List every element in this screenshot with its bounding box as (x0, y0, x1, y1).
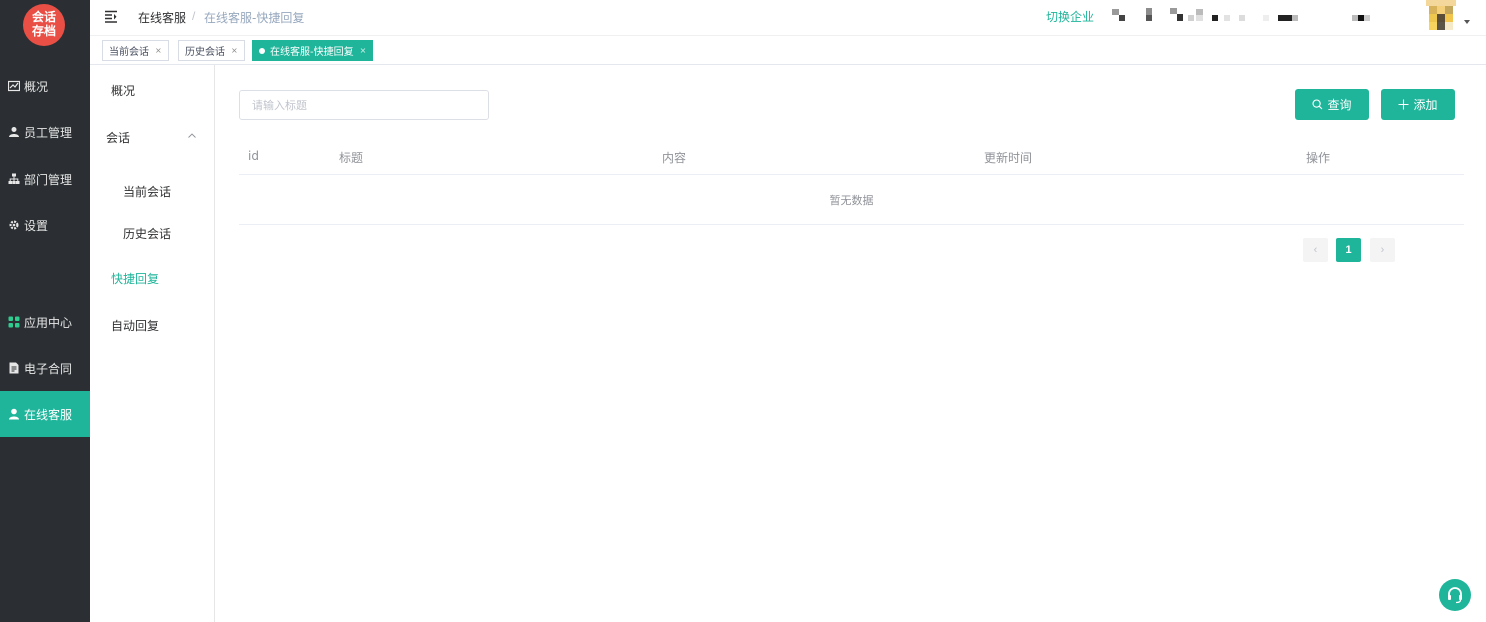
sidebar-item-label: 设置 (24, 218, 49, 233)
sidebar-item-label: 部门管理 (24, 172, 73, 187)
add-button[interactable]: 添加 (1381, 89, 1455, 120)
plus-icon (1398, 99, 1409, 110)
secondary-menu: 概况 会话 当前会话 历史会话 快捷回复 自动回复 (90, 65, 215, 622)
tag-label: 在线客服-快捷回复 (270, 47, 354, 58)
submenu-overview[interactable]: 概况 (111, 82, 135, 99)
main-sidebar: 会话 存档 概况 员工管理 部门管理 设置 应用中心 电子合同 在线客服 (0, 0, 90, 622)
submenu-quick-reply[interactable]: 快捷回复 (111, 270, 159, 287)
tag-label: 当前会话 (109, 47, 149, 58)
sidebar-item-online-support[interactable]: 在线客服 (0, 391, 90, 437)
app-logo[interactable]: 会话 存档 (23, 4, 65, 46)
breadcrumb-current: 在线客服-快捷回复 (204, 11, 305, 25)
submenu-session-group[interactable]: 会话 (106, 129, 130, 146)
breadcrumb-root[interactable]: 在线客服 (138, 9, 186, 26)
contract-icon (8, 362, 20, 374)
switch-enterprise-link[interactable]: 切换企业 (1046, 8, 1094, 25)
org-icon (8, 173, 20, 185)
users-icon (8, 126, 20, 138)
logo-line-1: 会话 (31, 10, 56, 24)
sidebar-item-label: 应用中心 (24, 315, 73, 330)
title-search-input[interactable] (239, 90, 489, 120)
column-header-id: id (248, 149, 259, 163)
gear-icon (8, 219, 20, 231)
empty-data-text: 暂无数据 (829, 194, 874, 207)
top-header: 在线客服 / 在线客服-快捷回复 切换企业 (90, 0, 1486, 36)
sidebar-item-staff[interactable]: 员工管理 (0, 109, 90, 155)
column-header-title: 标题 (339, 151, 364, 165)
sidebar-item-e-contract[interactable]: 电子合同 (0, 345, 90, 391)
close-icon[interactable]: × (231, 46, 238, 55)
sidebar-item-app-center[interactable]: 应用中心 (0, 299, 90, 345)
table-header: id 标题 内容 更新时间 操作 (239, 140, 1464, 175)
close-icon[interactable]: × (155, 46, 162, 55)
tags-view-bar: 当前会话 × 历史会话 × 在线客服-快捷回复 × (90, 36, 1486, 65)
pagination-page-current[interactable]: 1 (1336, 238, 1361, 262)
column-header-actions: 操作 (1306, 151, 1331, 165)
avatar-dropdown-caret-icon[interactable] (1464, 20, 1470, 24)
user-avatar[interactable] (1426, 0, 1456, 30)
sidebar-item-label: 在线客服 (24, 407, 73, 422)
submenu-history-session[interactable]: 历史会话 (123, 225, 171, 242)
submenu-current-session[interactable]: 当前会话 (123, 183, 171, 200)
column-header-updated-time: 更新时间 (984, 151, 1033, 165)
logo-line-2: 存档 (31, 24, 56, 38)
breadcrumb-separator: / (192, 9, 196, 23)
tag-quick-reply[interactable]: 在线客服-快捷回复 × (252, 40, 374, 61)
add-button-label: 添加 (1413, 98, 1438, 112)
blurred-enterprise-name (1108, 6, 1388, 24)
query-button[interactable]: 查询 (1295, 89, 1369, 120)
chart-icon (8, 80, 20, 92)
headset-icon (1448, 587, 1462, 604)
sidebar-item-label: 概况 (24, 79, 49, 94)
tag-history-session[interactable]: 历史会话 × (178, 40, 245, 61)
sidebar-item-overview[interactable]: 概况 (0, 63, 90, 109)
pagination-next-button[interactable]: › (1370, 238, 1395, 262)
customer-support-floating-button[interactable] (1439, 579, 1471, 611)
column-header-content: 内容 (662, 151, 687, 165)
submenu-auto-reply[interactable]: 自动回复 (111, 317, 159, 334)
tag-current-session[interactable]: 当前会话 × (102, 40, 169, 61)
chevron-up-icon[interactable] (188, 133, 196, 138)
menu-fold-icon[interactable] (104, 9, 118, 23)
sidebar-item-settings[interactable]: 设置 (0, 202, 90, 248)
active-dot-icon (259, 47, 265, 54)
close-icon[interactable]: × (360, 46, 367, 55)
query-button-label: 查询 (1327, 98, 1352, 112)
tag-label: 历史会话 (185, 47, 225, 58)
sidebar-item-label: 员工管理 (24, 125, 73, 140)
sidebar-item-label: 电子合同 (24, 361, 73, 376)
search-icon (1312, 99, 1323, 110)
support-person-icon (8, 408, 20, 420)
table-empty-row: 暂无数据 (239, 175, 1464, 225)
pagination-prev-button[interactable]: ‹ (1303, 238, 1328, 262)
apps-icon (8, 316, 20, 328)
sidebar-item-department[interactable]: 部门管理 (0, 156, 90, 202)
